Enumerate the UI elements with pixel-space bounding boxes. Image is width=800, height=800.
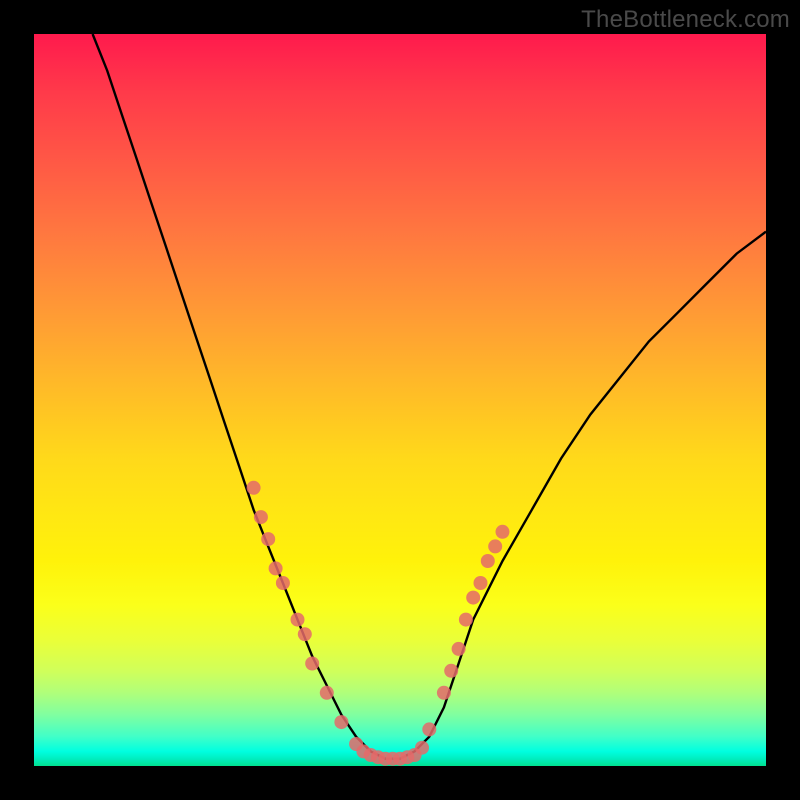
data-marker <box>334 715 348 729</box>
data-marker <box>452 642 466 656</box>
data-marker <box>488 539 502 553</box>
data-marker <box>247 481 261 495</box>
data-marker <box>269 561 283 575</box>
data-marker <box>466 591 480 605</box>
data-marker <box>320 686 334 700</box>
data-marker <box>261 532 275 546</box>
data-marker <box>444 664 458 678</box>
data-marker <box>298 627 312 641</box>
data-marker <box>422 722 436 736</box>
data-marker <box>481 554 495 568</box>
curve-layer <box>93 34 766 759</box>
marker-layer <box>247 481 510 766</box>
data-marker <box>254 510 268 524</box>
chart-frame: TheBottleneck.com <box>0 0 800 800</box>
data-marker <box>415 741 429 755</box>
data-marker <box>291 613 305 627</box>
chart-plot-area <box>34 34 766 766</box>
data-marker <box>305 657 319 671</box>
data-marker <box>276 576 290 590</box>
chart-svg <box>34 34 766 766</box>
bottleneck-curve <box>93 34 766 759</box>
data-marker <box>459 613 473 627</box>
data-marker <box>496 525 510 539</box>
watermark-text: TheBottleneck.com <box>581 6 790 34</box>
data-marker <box>474 576 488 590</box>
data-marker <box>437 686 451 700</box>
